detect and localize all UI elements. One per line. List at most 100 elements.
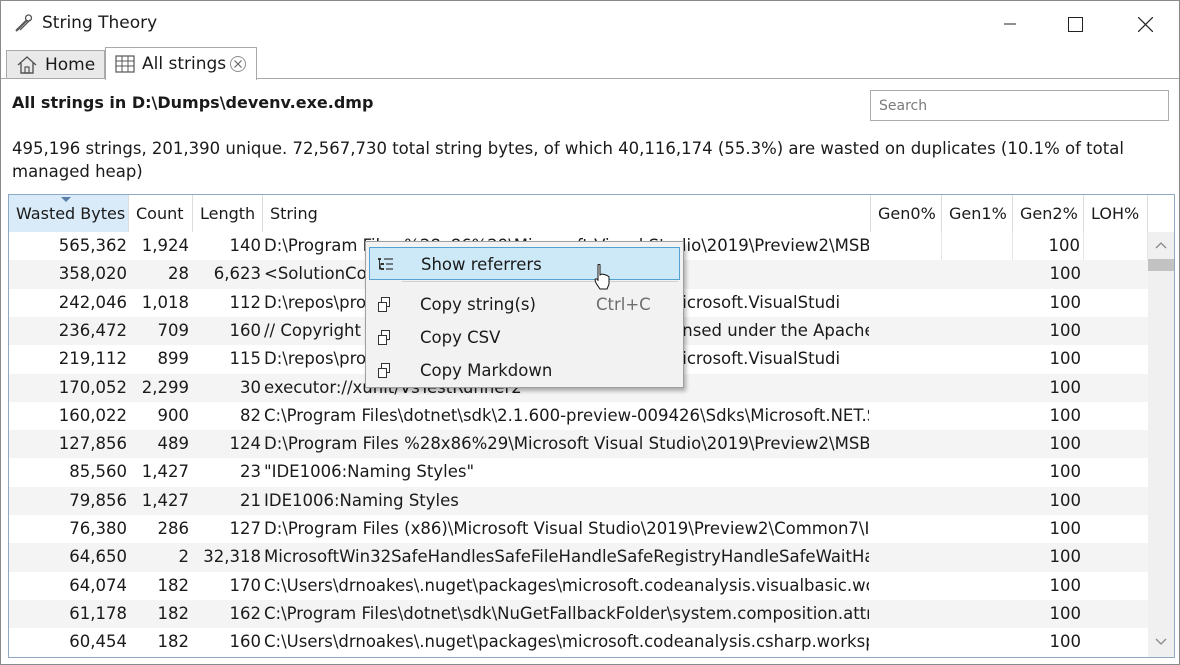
tab-all-strings[interactable]: All strings xyxy=(105,47,257,80)
cell-gen0 xyxy=(871,628,942,656)
cell-wasted-bytes: 242,046 xyxy=(58,292,127,312)
cell-gen1 xyxy=(942,345,1013,373)
cell-wasted-bytes: 64,650 xyxy=(69,547,127,567)
close-icon xyxy=(234,60,242,68)
cell-count: 899 xyxy=(157,349,190,369)
cell-string: "IDE1006:Naming Styles" xyxy=(264,462,475,482)
column-header-length[interactable]: Length xyxy=(193,195,263,232)
scroll-up-icon[interactable] xyxy=(1154,238,1168,252)
cell-count: 2,299 xyxy=(141,377,189,397)
cell-gen0 xyxy=(871,374,942,402)
column-header-gen2[interactable]: Gen2% xyxy=(1013,195,1084,232)
column-header-loh[interactable]: LOH% xyxy=(1084,195,1148,232)
cell-length: 140 xyxy=(229,236,262,255)
cell-gen1 xyxy=(942,232,1013,261)
cell-length: 30 xyxy=(240,377,261,397)
scroll-down-icon[interactable] xyxy=(1154,635,1168,649)
cell-wasted-bytes: 358,020 xyxy=(58,264,127,284)
table-row[interactable]: 76,380 286 127 D:\Program Files (x86)\Micro… xyxy=(9,515,1148,543)
cell-gen1 xyxy=(942,515,1013,543)
column-header-gen1[interactable]: Gen1% xyxy=(942,195,1013,232)
table-row[interactable]: 79,856 1,427 21 IDE1006:Naming Styles 100 xyxy=(9,486,1148,515)
cell-gen0 xyxy=(871,430,942,458)
menu-item-copy-markdown[interactable]: Copy Markdown xyxy=(369,354,680,387)
copy-icon xyxy=(378,330,390,345)
cell-count: 2 xyxy=(178,547,190,567)
menu-item-copy-strings[interactable]: Copy string(s) Ctrl+C xyxy=(369,288,680,321)
cell-gen2: 100 xyxy=(1049,349,1082,369)
cell-gen1 xyxy=(942,543,1013,571)
cell-length: 23 xyxy=(240,462,261,482)
cell-count: 28 xyxy=(168,264,189,284)
cell-loh xyxy=(1084,317,1148,345)
tab-strip: Home All strings xyxy=(1,47,1179,80)
cell-count: 900 xyxy=(157,405,190,425)
menu-item-show-referrers[interactable]: Show referrers xyxy=(369,247,680,280)
cell-wasted-bytes: 565,362 xyxy=(58,236,127,255)
cell-length: 82 xyxy=(240,405,261,425)
cell-gen2: 100 xyxy=(1049,377,1082,397)
cell-length: 170 xyxy=(229,575,262,595)
cell-wasted-bytes: 170,052 xyxy=(58,377,127,397)
cell-gen0 xyxy=(871,458,942,486)
cell-gen0 xyxy=(871,600,942,628)
column-header-count[interactable]: Count xyxy=(129,195,193,232)
cell-length: 127 xyxy=(229,519,262,538)
cell-string: MicrosoftWin32SafeHandlesSafeFileHandleS… xyxy=(264,547,869,567)
cell-gen0 xyxy=(871,515,942,543)
close-button[interactable] xyxy=(1122,1,1168,47)
copy-icon xyxy=(378,297,390,312)
column-header-gen0[interactable]: Gen0% xyxy=(871,195,942,232)
cell-gen2: 100 xyxy=(1049,320,1082,340)
minimize-icon xyxy=(1004,23,1016,25)
table-row[interactable]: 64,074 182 170 C:\Users\drnoakes\.nuget\pac… xyxy=(9,572,1148,600)
cell-loh xyxy=(1084,402,1148,430)
cell-gen0 xyxy=(871,289,942,317)
app-window: String Theory Home All strings All strin… xyxy=(0,0,1180,665)
tab-home[interactable]: Home xyxy=(6,50,105,79)
cell-gen1 xyxy=(942,600,1013,628)
cell-wasted-bytes: 79,856 xyxy=(69,490,127,510)
cell-loh xyxy=(1084,515,1148,543)
scrollbar-thumb[interactable] xyxy=(1148,259,1174,271)
table-row[interactable]: 85,560 1,427 23 "IDE1006:Naming Styles" 100 xyxy=(9,458,1148,486)
cell-count: 182 xyxy=(157,575,190,595)
cell-wasted-bytes: 160,022 xyxy=(58,405,127,425)
table-row[interactable]: 61,178 182 162 C:\Program Files\dotnet\sdk\… xyxy=(9,599,1148,629)
column-header-string[interactable]: String xyxy=(263,195,871,232)
table-row[interactable]: 127,856 489 124 D:\Program Files %28x86%29\… xyxy=(9,430,1148,459)
cell-count: 1,427 xyxy=(141,462,189,482)
cell-gen2: 100 xyxy=(1049,632,1082,652)
cell-gen2: 100 xyxy=(1013,232,1084,261)
cell-gen2: 100 xyxy=(1049,292,1082,312)
cell-gen1 xyxy=(942,289,1013,317)
cell-loh xyxy=(1084,374,1148,402)
cell-loh xyxy=(1084,345,1148,373)
menu-item-copy-csv[interactable]: Copy CSV xyxy=(369,321,680,354)
tab-all-strings-label: All strings xyxy=(142,54,227,74)
table-row[interactable]: 160,022 900 82 C:\Program Files\dotnet\sdk\… xyxy=(9,402,1148,430)
search-input[interactable] xyxy=(870,90,1169,121)
cell-wasted-bytes: 85,560 xyxy=(69,462,127,482)
copy-icon xyxy=(378,363,390,378)
home-icon xyxy=(16,55,38,75)
vertical-scrollbar[interactable] xyxy=(1148,232,1174,657)
cell-gen0 xyxy=(871,232,942,261)
cell-gen1 xyxy=(942,402,1013,430)
maximize-button[interactable] xyxy=(1052,1,1098,47)
cell-loh xyxy=(1084,260,1148,288)
cell-length: 124 xyxy=(229,434,262,454)
column-header-wasted-bytes[interactable]: Wasted Bytes xyxy=(9,195,129,232)
minimize-button[interactable] xyxy=(987,1,1033,47)
cell-gen1 xyxy=(942,430,1013,458)
cell-count: 1,924 xyxy=(141,236,189,255)
cell-string: C:\Program Files\dotnet\sdk\2.1.600-prev… xyxy=(264,405,869,425)
cell-length: 160 xyxy=(229,632,262,652)
tab-close-button[interactable] xyxy=(230,56,246,72)
cell-count: 1,018 xyxy=(141,292,189,312)
cell-loh xyxy=(1084,572,1148,600)
cell-gen0 xyxy=(871,572,942,600)
table-icon xyxy=(115,55,135,73)
table-row[interactable]: 60,454 182 160 C:\Users\drnoakes\.nuget\pac… xyxy=(9,628,1148,656)
table-row[interactable]: 64,650 2 32,318 MicrosoftWin32SafeHandlesSa… xyxy=(9,543,1148,572)
